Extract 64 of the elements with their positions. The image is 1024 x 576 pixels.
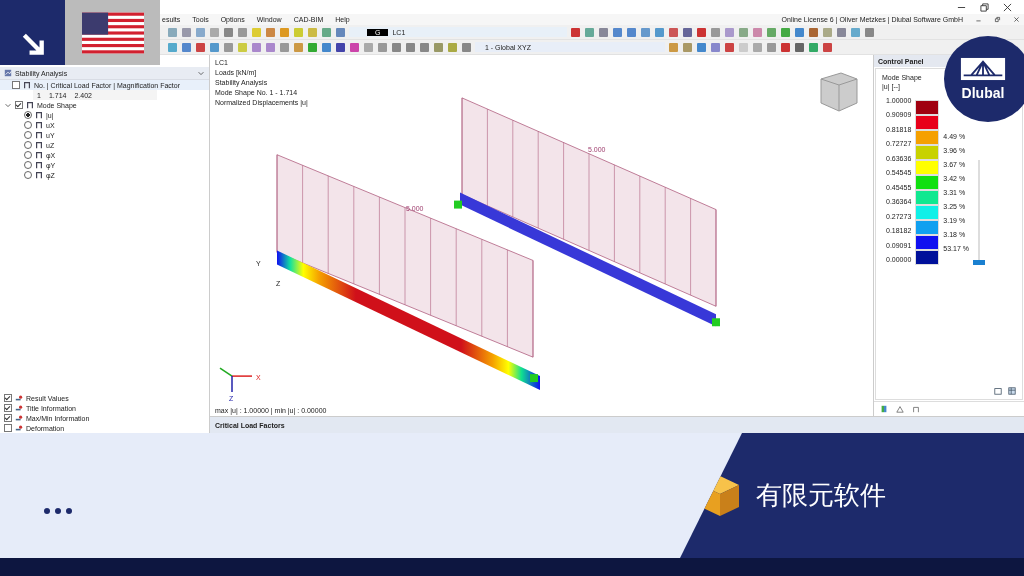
toolbar-button[interactable]: [598, 26, 609, 38]
window-icon[interactable]: [994, 387, 1002, 395]
color-scale-icon[interactable]: [880, 405, 888, 413]
flag-icon: [81, 11, 144, 54]
radio-button[interactable]: [24, 121, 32, 129]
toolbar-button[interactable]: [696, 41, 707, 53]
close-icon[interactable]: [1003, 2, 1012, 12]
toolbar-button[interactable]: [391, 41, 402, 53]
checkbox[interactable]: [12, 81, 20, 89]
dot-icon: [44, 507, 50, 514]
expand-icon[interactable]: [4, 101, 12, 109]
toolbar-button[interactable]: [181, 41, 192, 53]
display-option-icon: [15, 424, 23, 432]
toolbar-button[interactable]: [321, 41, 332, 53]
toolbar-button[interactable]: [405, 41, 416, 53]
logo-text: Dlubal: [961, 85, 1005, 101]
toolbar-button[interactable]: [419, 41, 430, 53]
radio-button[interactable]: [24, 151, 32, 159]
checkbox[interactable]: [15, 101, 23, 109]
table-icon[interactable]: [1008, 387, 1016, 395]
restore-icon[interactable]: [980, 2, 989, 12]
radio-button[interactable]: [24, 171, 32, 179]
toolbar-button[interactable]: [780, 41, 791, 53]
toolbar-button[interactable]: [335, 26, 346, 38]
checkbox[interactable]: [4, 424, 12, 432]
toolbar-button[interactable]: [461, 41, 472, 53]
toolbar-button[interactable]: [668, 26, 679, 38]
toolbar-button[interactable]: [223, 26, 234, 38]
toolbar-button[interactable]: [335, 41, 346, 53]
banner-caption: 有限元软件: [756, 479, 886, 512]
display-option-icon: [15, 414, 23, 422]
checkbox[interactable]: [4, 404, 12, 412]
toolbar-button[interactable]: [195, 41, 206, 53]
bridge-icon: [960, 57, 1006, 81]
toolbar-button[interactable]: [864, 26, 875, 38]
radio-button[interactable]: [24, 161, 32, 169]
toolbar-button[interactable]: [349, 41, 360, 53]
toolbar-button[interactable]: [612, 26, 623, 38]
display-option-icon: [15, 394, 23, 402]
toolbar-button[interactable]: [570, 26, 581, 38]
dot-icon: [66, 507, 72, 514]
toolbar-button[interactable]: [626, 26, 637, 38]
toolbar-button[interactable]: [794, 41, 805, 53]
toolbar-button[interactable]: [808, 26, 819, 38]
close-icon[interactable]: [1013, 16, 1020, 23]
display-option-icon: [15, 404, 23, 412]
dot-icon: [55, 507, 61, 514]
frame-icon: [23, 81, 31, 89]
toolbar-button[interactable]: [822, 41, 833, 53]
checkbox[interactable]: [4, 394, 12, 402]
chart-icon: [4, 69, 12, 77]
toolbar-button[interactable]: [724, 41, 735, 53]
axis-triad-drawing: [219, 367, 253, 393]
slider-thumb[interactable]: [973, 260, 985, 265]
checkbox[interactable]: [4, 414, 12, 422]
radio-button[interactable]: [24, 111, 32, 119]
toolbar-button[interactable]: [836, 26, 847, 38]
radio-button[interactable]: [24, 141, 32, 149]
chevron-icon[interactable]: [197, 69, 205, 77]
toolbar-button[interactable]: [696, 26, 707, 38]
toolbar-button[interactable]: [682, 26, 693, 38]
radio-button[interactable]: [24, 131, 32, 139]
toolbar-button[interactable]: [794, 26, 805, 38]
restore-icon[interactable]: [994, 16, 1001, 23]
